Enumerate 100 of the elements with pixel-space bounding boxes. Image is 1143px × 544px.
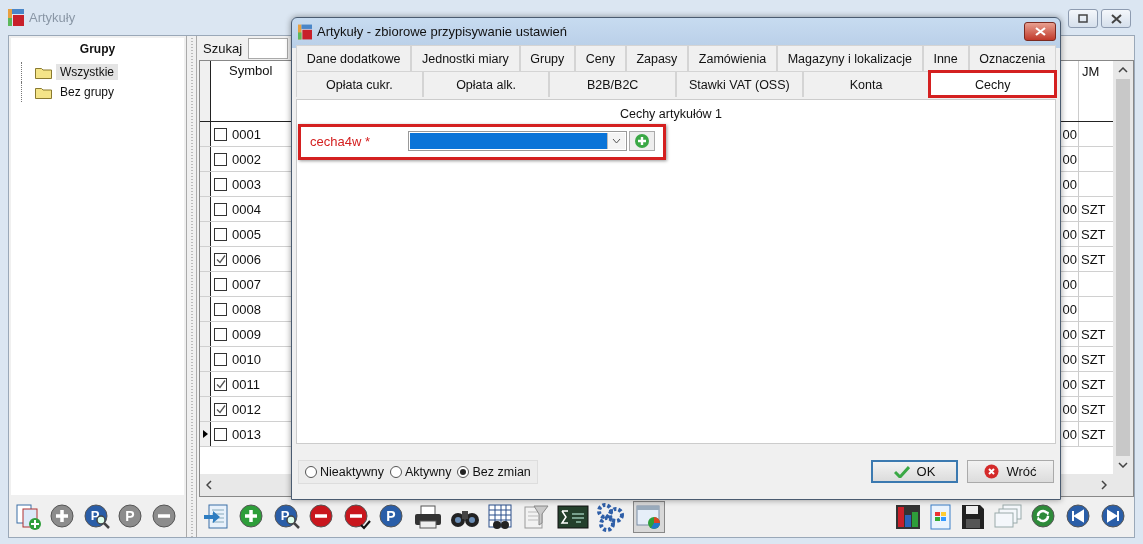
checkbox[interactable] <box>214 202 227 216</box>
refresh-icon[interactable] <box>1030 503 1058 531</box>
p-circle-icon[interactable]: P <box>378 503 406 531</box>
table-cell: SZT <box>1081 251 1106 267</box>
table-cell: SZT <box>1081 351 1106 367</box>
table-icon[interactable] <box>487 503 515 531</box>
row-indicator[interactable] <box>200 122 211 146</box>
maximize-button[interactable] <box>1068 9 1098 28</box>
back-button[interactable]: Wróć <box>967 460 1054 483</box>
row-indicator[interactable] <box>200 247 211 271</box>
tab[interactable]: Zamówienia <box>688 45 777 71</box>
tree-item[interactable]: Bez grupy <box>56 84 119 100</box>
search-field[interactable] <box>248 37 289 59</box>
add-button[interactable] <box>629 131 655 151</box>
p-search-icon[interactable]: P <box>83 503 111 531</box>
checkbox[interactable] <box>214 152 227 166</box>
dialog-title: Artykuły - zbiorowe przypisywanie ustawień <box>317 24 567 39</box>
close-button[interactable] <box>1101 9 1131 28</box>
tab[interactable]: Ceny <box>575 45 626 71</box>
tab[interactable]: Opłata alk. <box>422 71 550 97</box>
plus-circle-icon[interactable] <box>238 503 266 531</box>
tab[interactable]: Grupy <box>519 45 576 71</box>
radio-option[interactable]: Aktywny <box>389 464 452 479</box>
window-chart-button[interactable] <box>633 501 665 533</box>
scroll-up-icon[interactable] <box>1118 67 1128 73</box>
last-record-icon[interactable] <box>1100 503 1128 531</box>
table-cell: 0008 <box>232 301 261 317</box>
checkbox[interactable] <box>214 427 227 441</box>
first-record-icon[interactable] <box>1065 503 1093 531</box>
tab[interactable]: Jednostki miary <box>411 45 520 71</box>
checkbox[interactable] <box>214 177 227 191</box>
scroll-left-icon[interactable] <box>206 480 212 490</box>
table-cell: 00 <box>1062 401 1077 417</box>
tab[interactable]: B2B/B2C <box>549 71 676 97</box>
spreadsheet-icon[interactable] <box>929 503 953 531</box>
checkbox[interactable] <box>214 252 227 266</box>
window-title: Artykuły <box>29 10 76 25</box>
tab[interactable]: Magazyny i lokalizacje <box>776 45 923 71</box>
checkbox[interactable] <box>214 327 227 341</box>
tab[interactable]: Konta <box>802 71 930 97</box>
table-cell: 00 <box>1062 276 1077 292</box>
checkbox[interactable] <box>214 352 227 366</box>
printer-icon[interactable] <box>413 503 443 531</box>
row-indicator[interactable] <box>200 322 211 346</box>
tab[interactable]: Zapasy <box>625 45 689 71</box>
close-icon <box>1034 27 1046 36</box>
row-indicator[interactable] <box>200 197 211 221</box>
row-indicator[interactable] <box>200 422 211 446</box>
table-cell: SZT <box>1081 401 1106 417</box>
minus-check-icon[interactable] <box>343 503 371 531</box>
app-logo-icon <box>298 23 312 40</box>
checkbox[interactable] <box>214 127 227 141</box>
row-indicator[interactable] <box>200 397 211 421</box>
scroll-thumb[interactable] <box>1116 79 1130 456</box>
gears-icon[interactable] <box>596 502 626 532</box>
radio-option[interactable]: Nieaktywny <box>305 464 384 479</box>
minus-circle-icon[interactable] <box>308 503 336 531</box>
tab[interactable]: Stawki VAT (OSS) <box>676 71 803 97</box>
row-indicator[interactable] <box>200 272 211 296</box>
table-cell: 0003 <box>232 176 261 192</box>
table-cell: 0006 <box>232 251 261 267</box>
tab[interactable]: Dane dodatkowe <box>296 45 412 71</box>
table-cell: 0004 <box>232 201 261 217</box>
p-search-icon[interactable]: P <box>273 503 301 531</box>
import-icon[interactable] <box>203 503 231 531</box>
table-cell: SZT <box>1081 326 1106 342</box>
tab[interactable]: Oznaczenia <box>968 45 1056 71</box>
row-indicator[interactable] <box>200 147 211 171</box>
checkbox[interactable] <box>214 402 227 416</box>
app-logo-icon <box>8 9 24 26</box>
row-indicator[interactable] <box>200 372 211 396</box>
ok-button[interactable]: OK <box>871 460 958 483</box>
document-add-icon[interactable] <box>15 503 43 531</box>
save-icon[interactable] <box>960 503 986 531</box>
panel-title: Grupy <box>78 41 117 58</box>
radio-option[interactable]: Bez zmian <box>457 464 531 479</box>
checkbox[interactable] <box>214 227 227 241</box>
formula-icon[interactable] <box>557 504 589 530</box>
tab[interactable]: Inne <box>922 45 969 71</box>
table-cell: 0010 <box>232 351 261 367</box>
table-cell: SZT <box>1081 226 1106 242</box>
close-button[interactable] <box>1024 22 1056 41</box>
search-label: Szukaj <box>203 40 243 56</box>
checkbox[interactable] <box>214 377 227 391</box>
scroll-right-icon[interactable] <box>1101 480 1107 490</box>
checkbox[interactable] <box>214 302 227 316</box>
dropdown-field[interactable] <box>408 131 627 151</box>
tab[interactable]: Opłata cukr. <box>296 71 423 97</box>
scroll-down-icon[interactable] <box>1118 462 1128 468</box>
bar-chart-icon[interactable] <box>894 503 922 531</box>
row-indicator[interactable] <box>200 297 211 321</box>
group-title: Cechy artykułów 1 <box>618 106 724 123</box>
tree-item[interactable]: Wszystkie <box>56 64 118 80</box>
row-indicator[interactable] <box>200 172 211 196</box>
row-indicator[interactable] <box>200 222 211 246</box>
column-header[interactable]: JM <box>1079 61 1113 121</box>
row-indicator[interactable] <box>200 347 211 371</box>
table-cell: 00 <box>1062 351 1077 367</box>
checkbox[interactable] <box>214 277 227 291</box>
tab[interactable]: Cechy <box>929 71 1057 97</box>
